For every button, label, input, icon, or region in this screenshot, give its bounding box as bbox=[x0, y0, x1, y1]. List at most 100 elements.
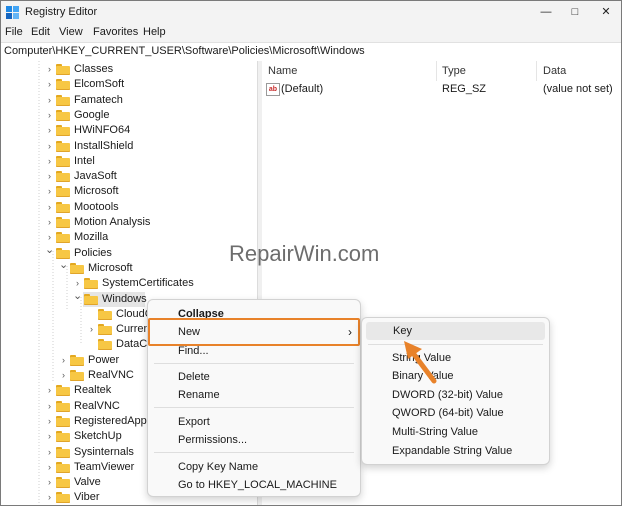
value-name: (Default) bbox=[281, 83, 324, 95]
folder-icon bbox=[70, 354, 84, 366]
column-type-header[interactable]: Type bbox=[442, 65, 466, 77]
title-bar: Registry Editor — □ ✕ bbox=[1, 1, 621, 23]
submenu-item-dword-value[interactable]: DWORD (32-bit) Value bbox=[362, 386, 549, 404]
tree-item-label: Famatech bbox=[74, 93, 123, 106]
chevron-down-icon[interactable]: ⌄ bbox=[73, 290, 82, 302]
chevron-right-icon[interactable]: › bbox=[45, 462, 54, 473]
submenu-item-expandable-string-value[interactable]: Expandable String Value bbox=[362, 442, 549, 460]
value-data: (value not set) bbox=[543, 83, 613, 95]
chevron-right-icon[interactable]: › bbox=[45, 171, 54, 182]
folder-icon bbox=[56, 415, 70, 427]
tree-item[interactable]: › Mootools bbox=[1, 200, 257, 215]
chevron-right-icon[interactable]: › bbox=[45, 125, 54, 136]
tree-item-label: Valve bbox=[74, 476, 101, 489]
chevron-right-icon[interactable]: › bbox=[45, 416, 54, 427]
tree-item-label: Motion Analysis bbox=[74, 216, 151, 228]
tree-item-label: Curren bbox=[116, 323, 150, 336]
tree-item[interactable]: › Classes bbox=[1, 62, 257, 77]
chevron-right-icon[interactable]: › bbox=[73, 278, 82, 289]
tree-item-label: RealVNC bbox=[88, 369, 134, 381]
chevron-right-icon[interactable]: › bbox=[45, 492, 54, 503]
tree-item[interactable]: › Intel bbox=[1, 154, 257, 169]
tree-item-label: Sysinternals bbox=[74, 445, 134, 458]
chevron-right-icon[interactable]: › bbox=[45, 64, 54, 75]
chevron-right-icon[interactable]: › bbox=[45, 447, 54, 458]
menu-item-goto-hklm[interactable]: Go to HKEY_LOCAL_MACHINE bbox=[148, 476, 360, 494]
chevron-right-icon[interactable]: › bbox=[45, 186, 54, 197]
chevron-right-icon[interactable]: › bbox=[45, 385, 54, 396]
submenu-item-binary-value[interactable]: Binary Value bbox=[362, 367, 549, 385]
menu-edit[interactable]: Edit bbox=[31, 26, 50, 38]
tree-item[interactable]: › ElcomSoft bbox=[1, 77, 257, 92]
chevron-right-icon[interactable]: › bbox=[59, 370, 68, 381]
chevron-down-icon[interactable]: ⌄ bbox=[59, 259, 68, 271]
new-submenu: Key String Value Binary Value DWORD (32-… bbox=[361, 317, 550, 465]
folder-icon bbox=[56, 400, 70, 412]
chevron-right-icon[interactable]: › bbox=[45, 232, 54, 243]
chevron-right-icon[interactable]: › bbox=[59, 355, 68, 366]
menu-item-copy-key-name[interactable]: Copy Key Name bbox=[148, 458, 360, 476]
chevron-right-icon[interactable]: › bbox=[45, 156, 54, 167]
folder-icon bbox=[56, 477, 70, 489]
chevron-right-icon[interactable]: › bbox=[45, 202, 54, 213]
folder-icon bbox=[56, 109, 70, 121]
tree-item[interactable]: › Famatech bbox=[1, 93, 257, 108]
menu-help[interactable]: Help bbox=[143, 26, 166, 38]
minimize-button[interactable]: — bbox=[535, 1, 557, 23]
menu-item-delete[interactable]: Delete bbox=[148, 368, 360, 386]
menu-view[interactable]: View bbox=[59, 26, 83, 38]
tree-item-label: HWiNFO64 bbox=[74, 124, 131, 137]
close-button[interactable]: ✕ bbox=[595, 1, 617, 23]
chevron-right-icon[interactable]: › bbox=[45, 217, 54, 228]
tree-item[interactable]: › HWiNFO64 bbox=[1, 123, 257, 138]
tree-item-label: Intel bbox=[74, 154, 95, 167]
chevron-right-icon[interactable]: › bbox=[45, 141, 54, 152]
chevron-right-icon[interactable]: › bbox=[45, 79, 54, 90]
column-divider[interactable] bbox=[536, 61, 537, 81]
menu-item-rename[interactable]: Rename bbox=[148, 386, 360, 404]
tree-item[interactable]: › Microsoft bbox=[1, 184, 257, 199]
folder-icon bbox=[84, 278, 98, 290]
tree-item-label: SystemCertificates bbox=[102, 277, 194, 290]
menu-favorites[interactable]: Favorites bbox=[93, 26, 138, 38]
menu-file[interactable]: File bbox=[5, 26, 23, 38]
tree-item[interactable]: ⌄ Microsoft bbox=[1, 259, 257, 276]
menu-item-export[interactable]: Export bbox=[148, 413, 360, 431]
tree-item-label: RegisteredAppli bbox=[74, 414, 152, 427]
tree-item[interactable]: › Google bbox=[1, 108, 257, 123]
tree-item[interactable]: › JavaSoft bbox=[1, 169, 257, 184]
registry-editor-window: Registry Editor — □ ✕ File Edit View Fav… bbox=[0, 0, 622, 506]
folder-icon bbox=[98, 339, 112, 351]
maximize-button[interactable]: □ bbox=[564, 1, 586, 23]
chevron-right-icon[interactable]: › bbox=[45, 401, 54, 412]
column-divider[interactable] bbox=[436, 61, 437, 81]
chevron-right-icon[interactable]: › bbox=[87, 324, 96, 335]
chevron-right-icon[interactable]: › bbox=[45, 477, 54, 488]
address-bar[interactable]: Computer\HKEY_CURRENT_USER\Software\Poli… bbox=[1, 42, 621, 62]
chevron-down-icon[interactable]: ⌄ bbox=[45, 244, 54, 256]
tree-item-label: Microsoft bbox=[88, 261, 133, 274]
submenu-item-key[interactable]: Key bbox=[366, 322, 545, 340]
submenu-item-multi-string-value[interactable]: Multi-String Value bbox=[362, 423, 549, 441]
submenu-item-string-value[interactable]: String Value bbox=[362, 349, 549, 367]
tree-item[interactable]: › Mozilla bbox=[1, 230, 257, 245]
tree-item[interactable]: › SystemCertificates bbox=[1, 276, 257, 291]
menu-item-permissions[interactable]: Permissions... bbox=[148, 431, 360, 449]
chevron-right-icon[interactable]: › bbox=[45, 95, 54, 106]
tree-item-label: Windows bbox=[102, 292, 147, 305]
tree-item-label: Classes bbox=[74, 63, 114, 75]
chevron-right-icon[interactable]: › bbox=[45, 431, 54, 442]
column-data-header[interactable]: Data bbox=[543, 65, 566, 77]
folder-icon bbox=[56, 125, 70, 137]
tree-item[interactable]: ⌄ Policies bbox=[1, 244, 257, 261]
chevron-right-icon[interactable]: › bbox=[45, 110, 54, 121]
column-name-header[interactable]: Name bbox=[268, 65, 297, 77]
submenu-item-qword-value[interactable]: QWORD (64-bit) Value bbox=[362, 404, 549, 422]
tree-item[interactable]: › InstallShield bbox=[1, 139, 257, 154]
menu-separator bbox=[154, 363, 354, 364]
tree-item-label: Microsoft bbox=[74, 185, 119, 198]
tree-item[interactable]: ⌄ Windows bbox=[73, 290, 147, 307]
tree-item[interactable]: › Motion Analysis bbox=[1, 215, 257, 230]
folder-icon bbox=[56, 385, 70, 397]
tree-item-label: JavaSoft bbox=[74, 170, 117, 183]
